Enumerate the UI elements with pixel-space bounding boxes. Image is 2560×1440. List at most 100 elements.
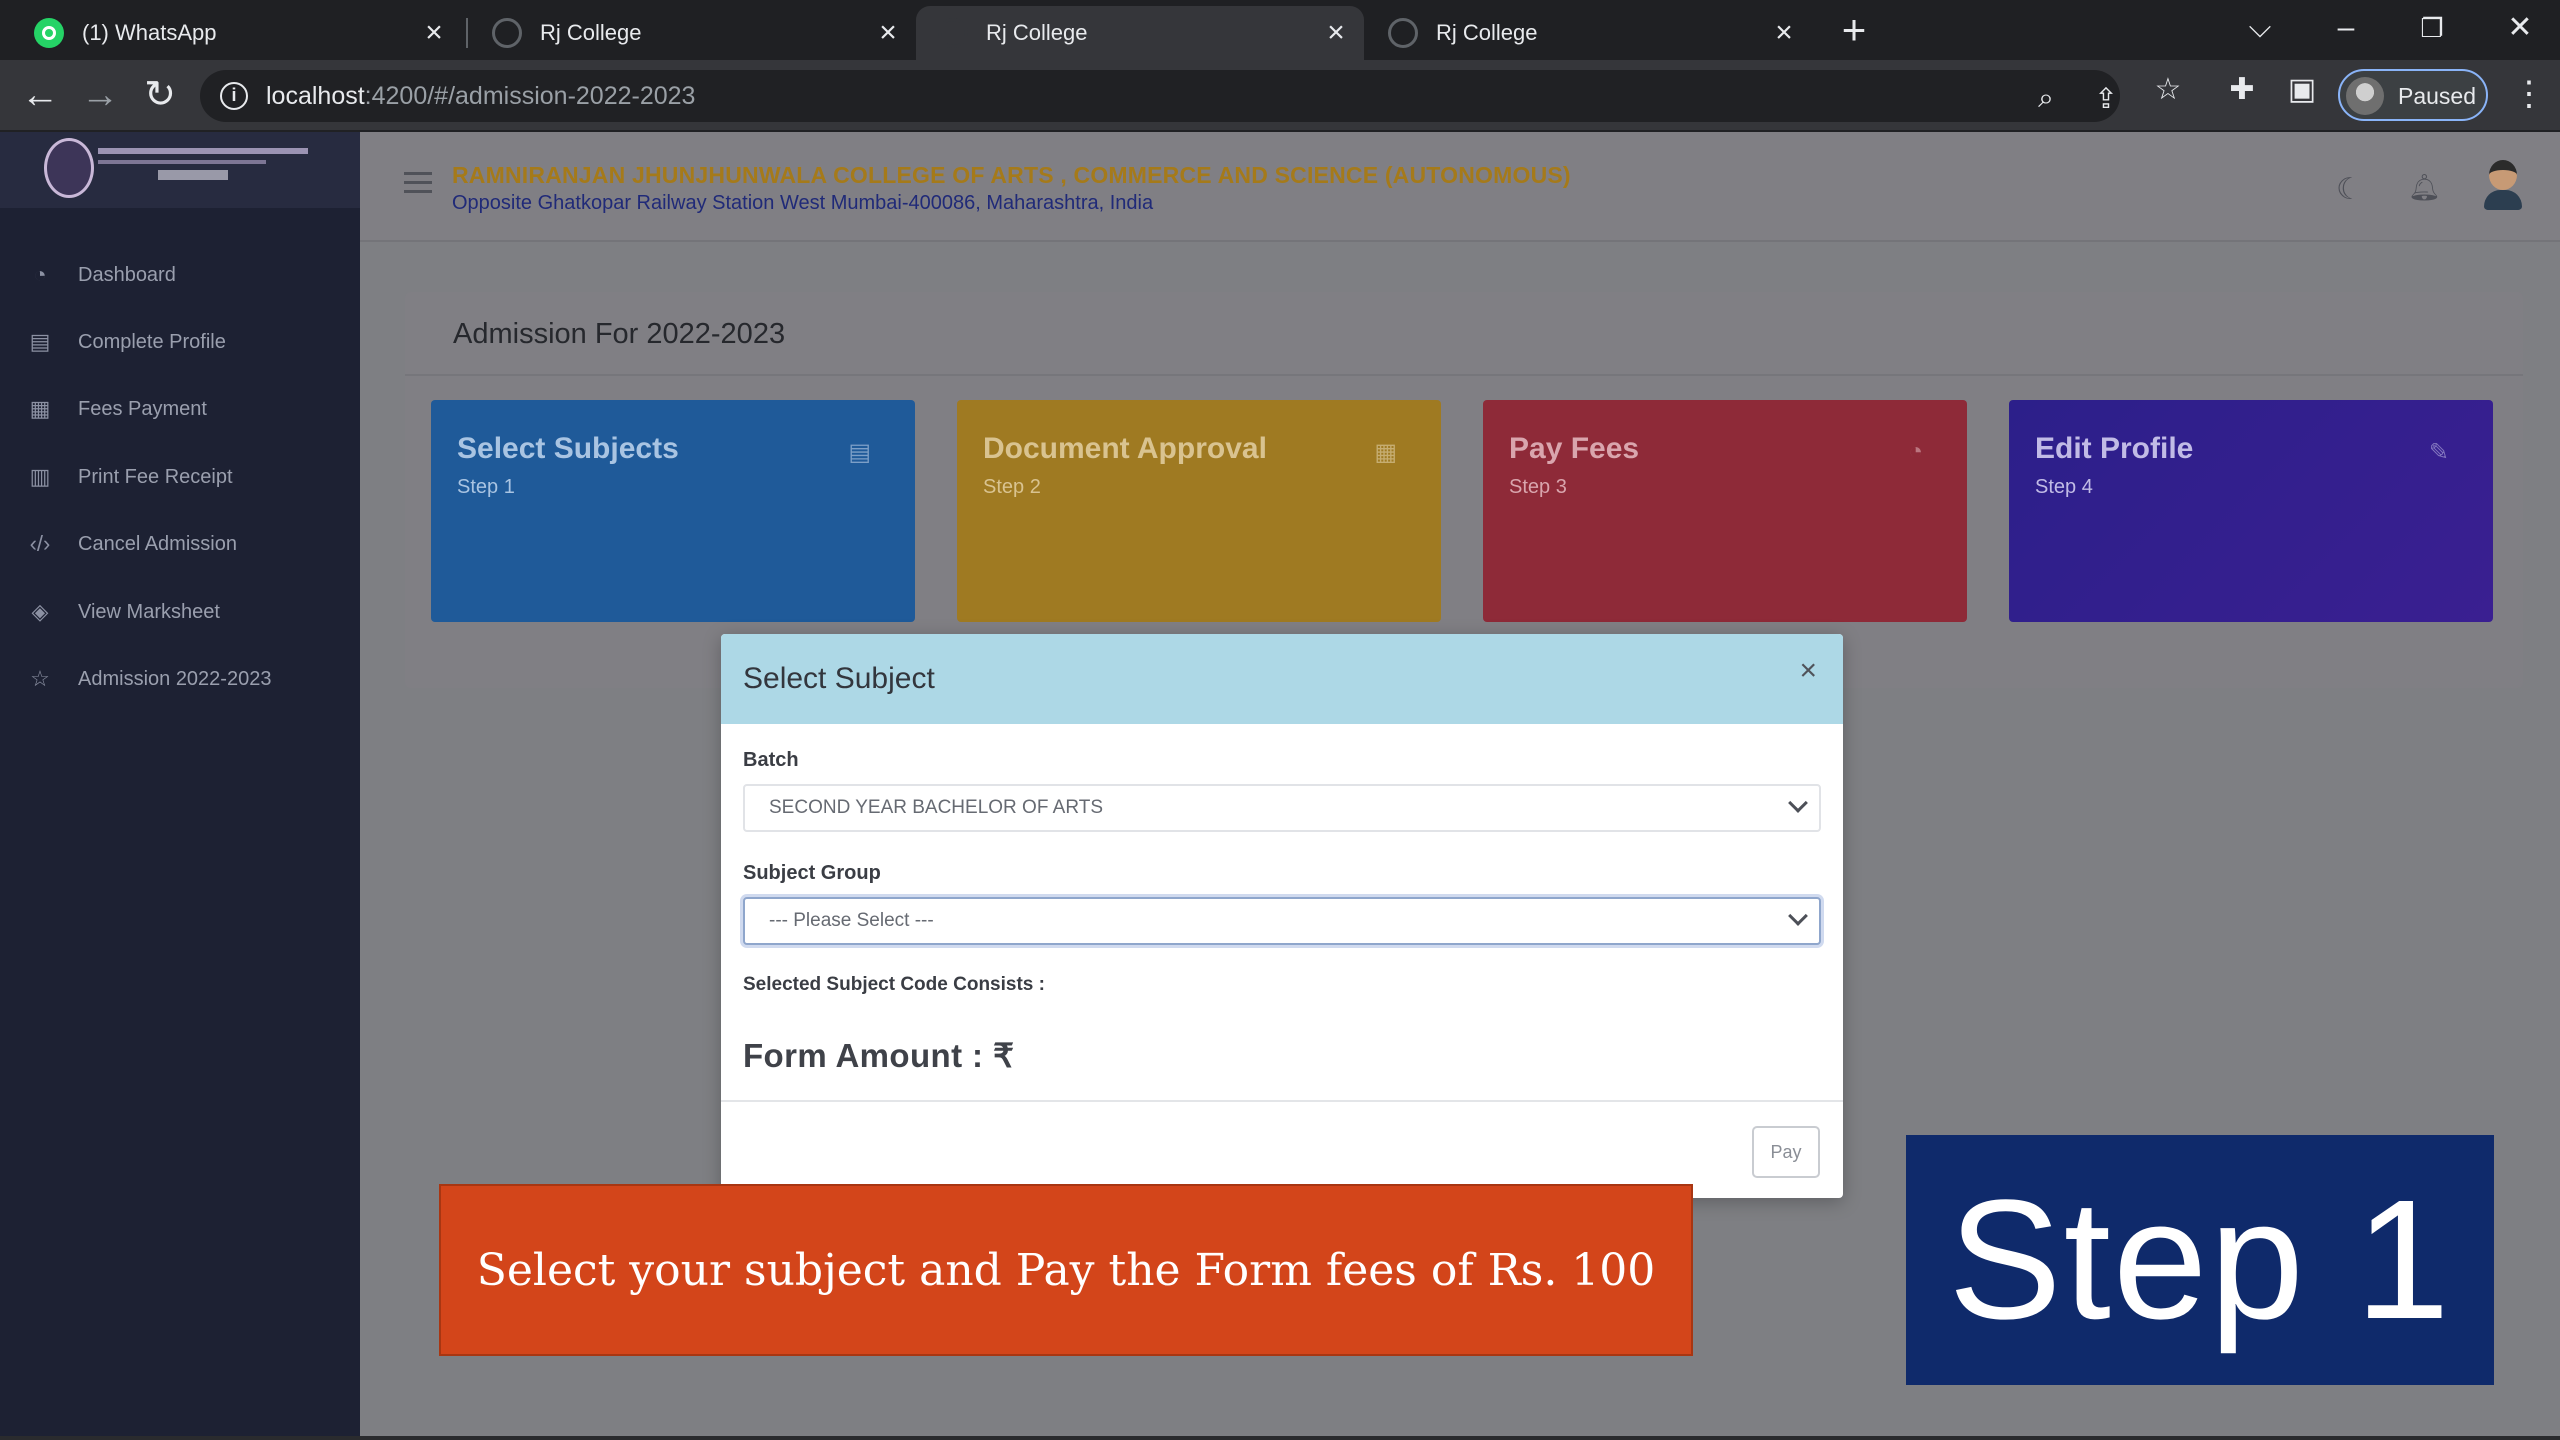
back-arrow-icon[interactable]: ← [14,70,66,122]
globe-icon [492,18,522,48]
step-tile-select-subjects[interactable]: Select Subjects Step 1 ▤ [431,400,915,622]
side-panel-icon[interactable]: ▣ [2282,72,2322,108]
batch-select[interactable]: SECOND YEAR BACHELOR OF ARTS [743,784,1821,832]
step-subtitle: Step 2 [983,476,1041,498]
receipt-icon: ▥ [29,464,51,489]
window-close-button[interactable]: ✕ [2490,4,2550,52]
college-address: Opposite Ghatkopar Railway Station West … [452,192,1154,214]
document-icon: ▤ [29,329,51,354]
minimize-button[interactable]: – [2316,4,2376,52]
hamburger-menu-icon[interactable] [404,172,432,196]
extensions-puzzle-icon[interactable]: ✚ [2222,72,2262,108]
tab-close-icon[interactable]: × [1764,16,1804,50]
sidebar-item-view-marksheet[interactable]: ◈ View Marksheet [0,579,360,645]
step-tile-edit-profile[interactable]: Edit Profile Step 4 ✎ [2009,400,2493,622]
bookmark-star-icon[interactable]: ☆ [2148,72,2188,108]
share-icon[interactable]: ⇪ [2086,82,2126,114]
url-text[interactable]: localhost:4200/#/admission-2022-2023 [266,82,695,111]
profile-button[interactable]: Paused [2338,69,2488,121]
table-icon: ▦ [1374,439,1397,466]
select-subject-modal: Select Subject × Batch SECOND YEAR BACHE… [721,634,1843,1198]
star-icon: ☆ [30,666,50,691]
college-seal-icon [44,138,94,198]
profile-status-label: Paused [2398,83,2477,109]
gauge-icon: ◔ [33,262,47,287]
subject-code-label: Selected Subject Code Consists : [743,974,1045,995]
tab-close-icon[interactable]: × [414,16,454,50]
pencil-icon: ✎ [2428,439,2449,466]
step-subtitle: Step 3 [1509,476,1567,498]
step-title: Pay Fees [1509,432,1640,465]
profile-avatar [2346,77,2384,115]
subject-group-select[interactable]: --- Please Select --- [743,897,1821,945]
step-title: Select Subjects [457,432,679,465]
address-bar[interactable]: i localhost:4200/#/admission-2022-2023 ⌕… [200,70,2120,122]
tab-search-chevron-icon[interactable]: ⌵ [2230,4,2290,52]
browser-tab-whatsapp[interactable]: (1) WhatsApp × [12,6,462,60]
reload-icon[interactable]: ↻ [134,70,186,122]
site-info-icon[interactable]: i [220,82,248,110]
sidebar-item-dashboard[interactable]: ◔ Dashboard [0,242,360,308]
sidebar-item-label: View Marksheet [78,600,220,623]
sidebar-item-label: Dashboard [78,263,176,286]
step-subtitle: Step 4 [2035,476,2093,498]
bottom-edge [0,1436,2560,1440]
app-viewport: ◔ Dashboard ▤ Complete Profile ▦ Fees Pa… [0,132,2560,1440]
new-tab-button[interactable]: + [1832,9,1876,54]
code-icon: ‹/› [29,531,51,556]
globe-icon [1388,18,1418,48]
admission-card: Admission For 2022-2023 Select Subjects … [405,292,2523,688]
sidebar-item-fees-payment[interactable]: ▦ Fees Payment [0,376,360,442]
form-amount: Form Amount : ₹ [743,1037,1015,1074]
browser-tab-rj-college-1[interactable]: Rj College × [470,6,916,60]
layers-icon: ◈ [31,599,49,624]
browser-tab-rj-college-active[interactable]: Rj College × [916,6,1364,60]
batch-label: Batch [743,749,799,771]
sidebar-item-cancel-admission[interactable]: ‹/› Cancel Admission [0,511,360,577]
college-logo[interactable] [0,132,360,208]
chevron-down-icon [1788,906,1808,926]
close-icon[interactable]: × [1799,654,1817,688]
modal-title: Select Subject [743,662,935,695]
pay-button[interactable]: Pay [1752,1126,1820,1178]
sidebar-item-label: Print Fee Receipt [78,465,233,488]
admission-card-header: Admission For 2022-2023 [405,292,2523,376]
sidebar-item-label: Cancel Admission [78,532,237,555]
chevron-down-icon [1788,793,1808,813]
user-avatar[interactable] [2480,160,2526,210]
sidebar-item-label: Admission 2022-2023 [78,667,272,690]
tab-separator [466,18,468,48]
notification-bell-icon[interactable]: 🔔︎ [2408,172,2441,204]
table-icon: ▦ [29,396,51,421]
forward-arrow-icon[interactable]: → [74,70,126,122]
instruction-banner: Select your subject and Pay the Form fee… [439,1184,1693,1356]
tab-title: (1) WhatsApp [82,20,217,45]
instruction-banner-text: Select your subject and Pay the Form fee… [476,1244,1656,1296]
modal-header: Select Subject × [721,634,1843,724]
sidebar-item-label: Fees Payment [78,397,207,420]
tab-close-icon[interactable]: × [1316,16,1356,50]
tab-title: Rj College [986,20,1088,45]
restore-button[interactable]: ❐ [2402,4,2462,52]
gauge-icon: ◔ [1908,438,1924,465]
logo-text-block [98,144,308,196]
sidebar-item-print-fee-receipt[interactable]: ▥ Print Fee Receipt [0,444,360,510]
tab-close-icon[interactable]: × [868,16,908,50]
step-subtitle: Step 1 [457,476,515,498]
dark-mode-moon-icon[interactable]: ☾ [2336,172,2368,206]
step-title: Document Approval [983,432,1267,465]
step-title: Edit Profile [2035,432,2194,465]
browser-tab-rj-college-3[interactable]: Rj College × [1366,6,1812,60]
globe-icon [938,18,968,48]
zoom-icon[interactable]: ⌕ [2026,82,2066,113]
sidebar-item-label: Complete Profile [78,330,226,353]
whatsapp-icon [34,18,64,48]
step-tile-pay-fees[interactable]: Pay Fees Step 3 ◔ [1483,400,1967,622]
subject-group-select-value: --- Please Select --- [769,910,934,931]
step-tile-document-approval[interactable]: Document Approval Step 2 ▦ [957,400,1441,622]
tab-title: Rj College [1436,20,1538,45]
browser-menu-icon[interactable]: ⋮ [2512,74,2546,118]
step-badge: Step 1 [1906,1135,2494,1385]
sidebar-item-complete-profile[interactable]: ▤ Complete Profile [0,309,360,375]
sidebar-item-admission-2022-2023[interactable]: ☆ Admission 2022-2023 [0,646,360,712]
